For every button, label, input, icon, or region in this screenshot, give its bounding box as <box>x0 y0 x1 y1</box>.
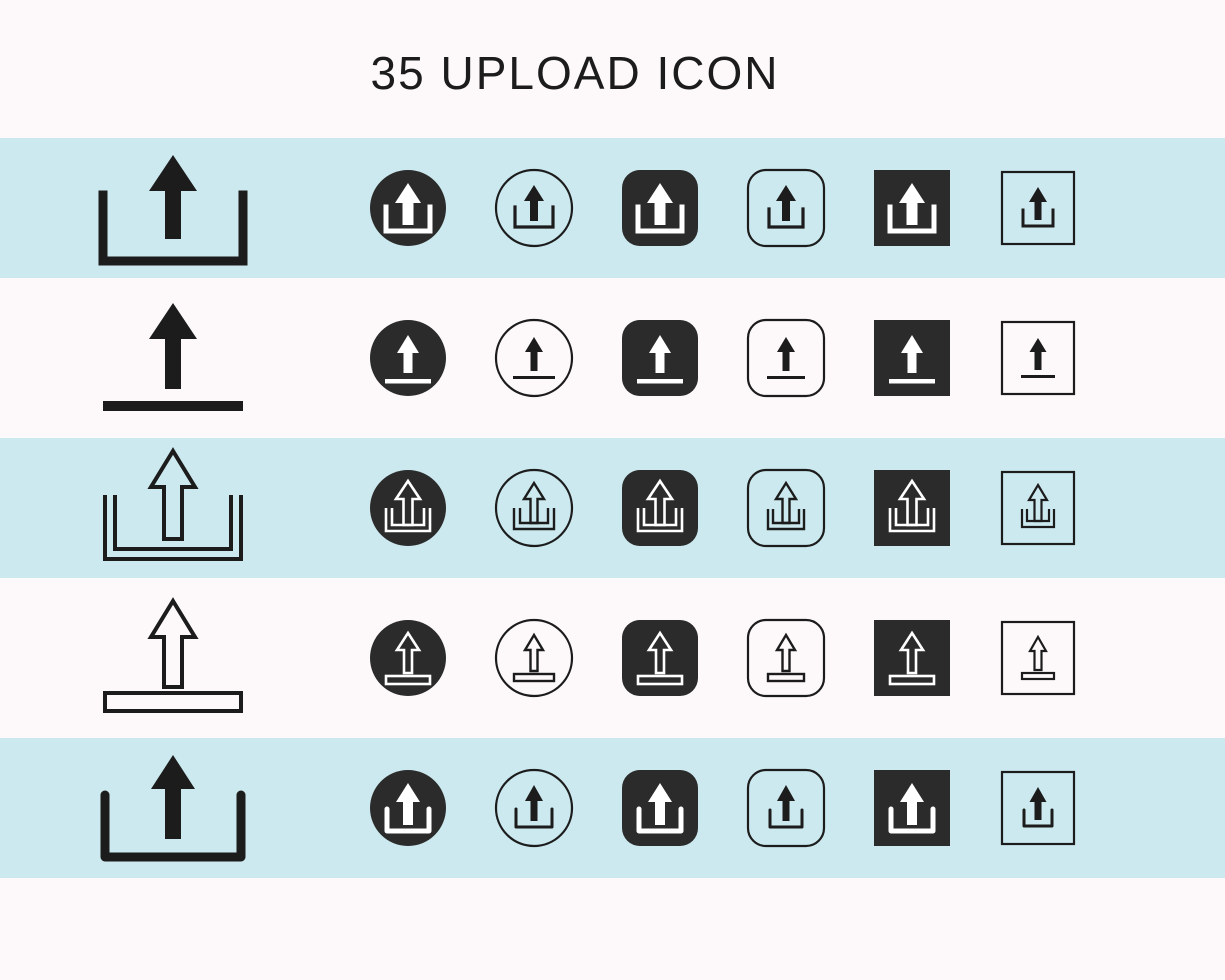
upload-icon <box>494 318 574 398</box>
upload-icon <box>1000 620 1076 696</box>
icon-cell-3-2[interactable] <box>345 438 471 578</box>
upload-icon <box>100 755 245 862</box>
upload-icon <box>622 620 698 696</box>
icon-cell-4-1[interactable] <box>0 588 345 728</box>
upload-icon <box>874 470 950 546</box>
icon-cell-3-3[interactable] <box>471 438 597 578</box>
page-title: 35 UPLOAD ICON <box>370 47 780 99</box>
upload-icon <box>746 618 826 698</box>
upload-icon <box>1000 770 1076 846</box>
upload-icon <box>102 447 243 561</box>
upload-icon <box>370 320 446 396</box>
row-spacer <box>0 578 1225 588</box>
upload-icon <box>1000 320 1076 396</box>
icon-cell-2-2[interactable] <box>345 288 471 428</box>
icon-cell-1-6[interactable] <box>849 138 975 278</box>
icon-cell-2-7[interactable] <box>975 288 1101 428</box>
upload-icon <box>746 468 826 548</box>
icon-row-5 <box>0 738 1225 878</box>
icon-cell-3-4[interactable] <box>597 438 723 578</box>
icon-cell-3-6[interactable] <box>849 438 975 578</box>
upload-icon <box>494 618 574 698</box>
icon-cell-2-5[interactable] <box>723 288 849 428</box>
icon-cell-2-6[interactable] <box>849 288 975 428</box>
icon-cell-1-5[interactable] <box>723 138 849 278</box>
upload-icon <box>102 597 243 713</box>
upload-icon <box>622 470 698 546</box>
icon-cell-5-3[interactable] <box>471 738 597 878</box>
upload-icon <box>1000 170 1076 246</box>
upload-icon <box>746 768 826 848</box>
upload-icon <box>102 303 243 411</box>
icon-cell-3-1[interactable] <box>0 438 345 578</box>
icon-cell-1-4[interactable] <box>597 138 723 278</box>
icon-cell-4-2[interactable] <box>345 588 471 728</box>
upload-icon <box>746 168 826 248</box>
icon-row-4 <box>0 588 1225 728</box>
icon-cell-4-7[interactable] <box>975 588 1101 728</box>
upload-icon <box>746 318 826 398</box>
icon-cell-1-2[interactable] <box>345 138 471 278</box>
upload-icon <box>494 768 574 848</box>
icon-cell-4-4[interactable] <box>597 588 723 728</box>
upload-icon <box>622 170 698 246</box>
icon-cell-5-4[interactable] <box>597 738 723 878</box>
upload-icon <box>622 320 698 396</box>
icon-sheet-page: 35 UPLOAD ICON <box>0 0 1225 980</box>
icon-cell-3-5[interactable] <box>723 438 849 578</box>
upload-icon <box>874 170 950 246</box>
icon-row-1 <box>0 138 1225 278</box>
icon-cell-5-2[interactable] <box>345 738 471 878</box>
icon-cell-3-7[interactable] <box>975 438 1101 578</box>
icon-cell-1-3[interactable] <box>471 138 597 278</box>
upload-icon <box>874 320 950 396</box>
icon-cell-1-7[interactable] <box>975 138 1101 278</box>
icon-cell-5-7[interactable] <box>975 738 1101 878</box>
icon-cell-2-3[interactable] <box>471 288 597 428</box>
icon-cell-4-3[interactable] <box>471 588 597 728</box>
icon-cell-2-4[interactable] <box>597 288 723 428</box>
icon-cell-2-1[interactable] <box>0 288 345 428</box>
icon-cell-4-5[interactable] <box>723 588 849 728</box>
icon-cell-5-6[interactable] <box>849 738 975 878</box>
icon-cell-4-6[interactable] <box>849 588 975 728</box>
upload-icon <box>98 155 247 266</box>
upload-icon <box>370 170 446 246</box>
row-spacer <box>0 428 1225 438</box>
upload-icon <box>370 470 446 546</box>
row-spacer <box>0 728 1225 738</box>
icon-cell-5-5[interactable] <box>723 738 849 878</box>
upload-icon <box>874 620 950 696</box>
upload-icon <box>370 770 446 846</box>
icon-row-2 <box>0 288 1225 428</box>
row-spacer <box>0 278 1225 288</box>
upload-icon <box>370 620 446 696</box>
upload-icon <box>494 168 574 248</box>
upload-icon <box>494 468 574 548</box>
upload-icon <box>874 770 950 846</box>
upload-icon <box>622 770 698 846</box>
icon-grid <box>0 138 1225 878</box>
upload-icon <box>1000 470 1076 546</box>
icon-cell-1-1[interactable] <box>0 138 345 278</box>
icon-cell-5-1[interactable] <box>0 738 345 878</box>
icon-row-3 <box>0 438 1225 578</box>
